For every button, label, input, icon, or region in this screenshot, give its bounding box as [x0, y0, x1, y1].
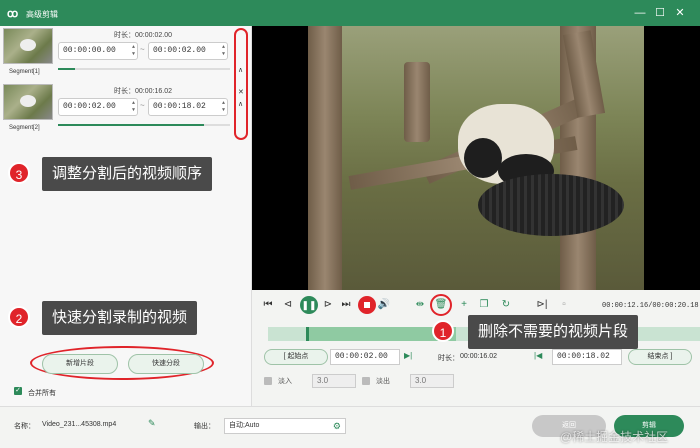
edit-name-icon[interactable]: ✎	[148, 418, 156, 429]
mark-out-icon[interactable]: ▫	[556, 297, 572, 313]
spinner-icon: ▲ ▼	[221, 100, 225, 113]
mark-in-icon[interactable]: ⊳|	[534, 297, 550, 313]
segment-item[interactable]: Segment[2] 时长：00:00:16.02 00:00:02.00 ▲ ▼ …	[0, 82, 252, 138]
segment-thumbnail	[3, 28, 53, 64]
range-separator: ~	[140, 45, 145, 54]
set-start-icon[interactable]: ▶|	[404, 351, 412, 360]
skip-start-icon[interactable]: ⏮	[260, 297, 276, 313]
close-icon[interactable]: ✕	[672, 5, 688, 21]
segment-end-field[interactable]: 00:00:02.00 ▲ ▼	[148, 42, 228, 60]
segment-end-field[interactable]: 00:00:18.02 ▲ ▼	[148, 98, 228, 116]
set-end-icon[interactable]: |◀	[534, 351, 542, 360]
merge-all-label: 合并所有	[28, 390, 56, 397]
app-logo-icon: ꝏ	[7, 8, 19, 20]
pause-button[interactable]: ❚❚	[300, 296, 318, 314]
start-point-button[interactable]: [ 起始点	[264, 349, 328, 365]
fast-split-button[interactable]: 快速分段	[128, 354, 204, 374]
fade-out-checkbox[interactable]	[362, 377, 370, 385]
minimize-icon[interactable]: —	[632, 5, 648, 21]
segment-progress	[58, 68, 230, 70]
move-up-icon[interactable]: ∧	[238, 66, 243, 74]
range-separator: ~	[140, 101, 145, 110]
output-select[interactable]: 自动;Auto ⚙	[224, 418, 346, 434]
segment-label: Segment[1]	[9, 69, 40, 75]
segment-duration: 时长：00:00:16.02	[114, 88, 172, 95]
timeline-handle[interactable]	[306, 327, 309, 341]
stop-button[interactable]	[358, 296, 376, 314]
callout-number: 1	[432, 320, 454, 342]
watermark-text: @稀土掘金技术社区	[560, 430, 669, 444]
end-point-button[interactable]: 结束点 ]	[628, 349, 692, 365]
duration-value: 00:00:16.02	[460, 353, 497, 360]
callout-reorder: 调整分割后的视频顺序	[42, 157, 213, 191]
new-segment-button[interactable]: 新增片段	[42, 354, 118, 374]
end-time-field[interactable]: 00:00:18.02	[552, 349, 622, 365]
time-readout: 00:00:12.16/00:00:20.18	[602, 302, 699, 310]
callout-number: 3	[8, 162, 30, 184]
spinner-icon: ▲ ▼	[131, 100, 135, 113]
prev-frame-icon[interactable]: ⊲	[280, 297, 296, 313]
delete-segment-icon[interactable]: 🗑	[430, 294, 452, 316]
name-label: 名称：	[14, 423, 35, 430]
segment-order-controls: ∧ ✕ ∧	[234, 28, 248, 140]
segment-start-field[interactable]: 00:00:00.00 ▲ ▼	[58, 42, 138, 60]
remove-segment-icon[interactable]: ✕	[238, 88, 244, 96]
reset-icon[interactable]: ↻	[498, 297, 514, 313]
segment-progress	[58, 124, 230, 126]
fade-in-field[interactable]: 3.0	[312, 374, 356, 388]
segment-item[interactable]: Segment[1] 时长：00:00:02.00 00:00:00.00 ▲ ▼ …	[0, 26, 252, 82]
file-name: Video_231...45308.mp4	[42, 421, 117, 428]
maximize-icon[interactable]: ☐	[652, 5, 668, 21]
segment-thumbnail	[3, 84, 53, 120]
window-title: 高级剪辑	[26, 10, 58, 19]
copy-icon[interactable]: ❐	[476, 297, 492, 313]
spinner-icon: ▲ ▼	[221, 44, 225, 57]
fade-in-label: 淡入	[278, 378, 292, 385]
settings-gear-icon: ⚙	[332, 421, 341, 431]
callout-split: 快速分割录制的视频	[42, 301, 198, 335]
output-label: 输出：	[194, 423, 215, 430]
fade-in-checkbox[interactable]	[264, 377, 272, 385]
callout-delete: 删除不需要的视频片段	[468, 315, 639, 349]
skip-end-icon[interactable]: ⏭	[338, 297, 354, 313]
start-time-field[interactable]: 00:00:02.00	[330, 349, 400, 365]
video-preview[interactable]	[252, 26, 700, 290]
spinner-icon: ▲ ▼	[131, 44, 135, 57]
range-controls: [ 起始点 00:00:02.00 ▶| 时长： 00:00:16.02 |◀ …	[264, 349, 700, 365]
add-icon[interactable]: +	[456, 297, 472, 313]
fade-out-field[interactable]: 3.0	[410, 374, 454, 388]
next-frame-icon[interactable]: ⊳	[320, 297, 336, 313]
player-controls: ⏮ ⊲ ❚❚ ⊳ ⏭ 🔊 ⇹ 🗑 + ❐ ↻ ⊳| ▫ 00:00:12.16/…	[252, 290, 700, 406]
split-icon[interactable]: ⇹	[412, 297, 428, 313]
segment-panel: Segment[1] 时长：00:00:02.00 00:00:00.00 ▲ ▼ …	[0, 26, 252, 406]
segment-label: Segment[2]	[9, 125, 40, 131]
fade-out-label: 淡出	[376, 378, 390, 385]
volume-icon[interactable]: 🔊	[376, 297, 392, 313]
title-bar: ꝏ 高级剪辑 — ☐ ✕	[0, 0, 700, 26]
duration-label: 时长：	[438, 355, 459, 362]
move-down-icon[interactable]: ∧	[238, 100, 243, 108]
segment-duration: 时长：00:00:02.00	[114, 32, 172, 39]
callout-number: 2	[8, 306, 30, 328]
segment-start-field[interactable]: 00:00:02.00 ▲ ▼	[58, 98, 138, 116]
video-frame	[308, 26, 644, 290]
merge-all-checkbox[interactable]: ✓	[14, 387, 22, 395]
